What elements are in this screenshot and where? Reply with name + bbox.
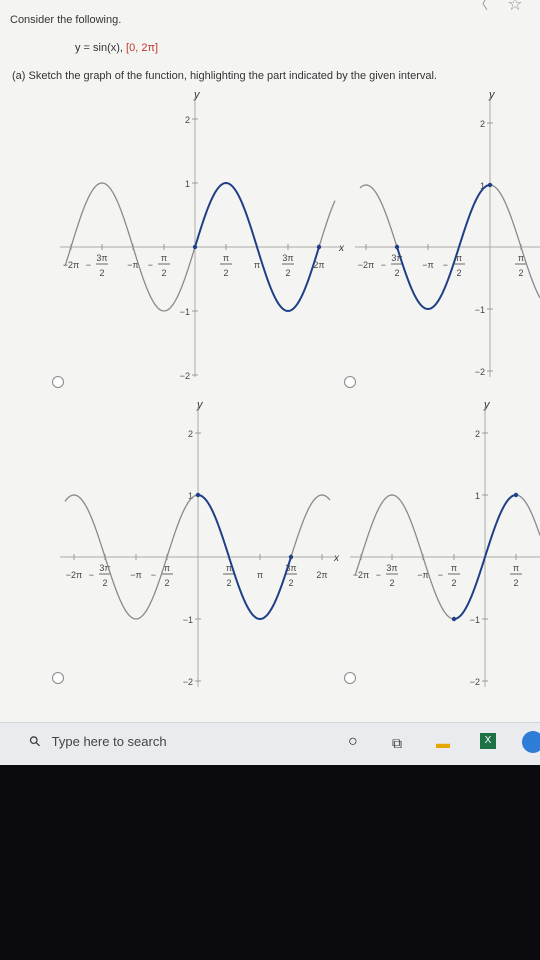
- y-axis-label-b: y: [488, 89, 496, 101]
- x-tick-minus-b: −: [381, 260, 386, 270]
- windows-taskbar: ⚲ Type here to search ○ ⧉ ▬ X: [0, 722, 540, 765]
- y-tick-label-c: −1: [183, 615, 193, 625]
- x-tick-den-a: 2: [161, 268, 166, 278]
- y-tick-label-a: 1: [185, 179, 190, 189]
- endpoint-dot-d: [513, 492, 519, 498]
- x-tick-label-c: −2π: [66, 570, 82, 580]
- x-tick-den-d: 2: [451, 578, 456, 588]
- x-tick-label-c: −π: [130, 570, 141, 580]
- x-tick-den-a: 2: [285, 268, 290, 278]
- x-tick-minus-c: −: [151, 570, 156, 580]
- x-tick-den-d: 2: [513, 578, 518, 588]
- taskbar-search[interactable]: ⚲ Type here to search: [25, 732, 167, 751]
- search-placeholder: Type here to search: [51, 734, 167, 749]
- x-tick-den-c: 2: [102, 578, 107, 588]
- x-tick-num-a: π: [161, 253, 167, 263]
- cortana-icon[interactable]: ○: [348, 733, 358, 751]
- radio-option-a[interactable]: [52, 376, 64, 388]
- x-tick-num-d: π: [451, 563, 457, 573]
- x-tick-minus-d: −: [438, 570, 443, 580]
- x-tick-den-d: 2: [389, 578, 394, 588]
- x-tick-num-a: 3π: [96, 253, 107, 263]
- x-axis-label-c: x: [333, 553, 340, 564]
- monitor-bezel: [0, 765, 540, 960]
- y-tick-label-b: −2: [475, 367, 485, 377]
- excel-icon[interactable]: X: [480, 733, 496, 749]
- browser-page: 〈 ☆ Consider the following. y = sin(x), …: [0, 0, 540, 722]
- x-axis-label-a: x: [338, 243, 345, 254]
- endpoint-dot-a: [316, 244, 322, 250]
- edge-icon[interactable]: [522, 731, 540, 753]
- endpoint-dot-b: [394, 244, 400, 250]
- x-tick-num-d: 3π: [386, 563, 397, 573]
- x-tick-den-b: 2: [456, 268, 461, 278]
- x-tick-minus-d: −: [376, 570, 381, 580]
- file-explorer-icon[interactable]: ▬: [436, 735, 450, 751]
- x-tick-minus-b: −: [443, 260, 448, 270]
- y-axis-label-c: y: [196, 399, 204, 411]
- y-axis-label-d: y: [483, 399, 491, 411]
- y-tick-label-a: −2: [180, 371, 190, 381]
- x-tick-num-a: π: [223, 253, 229, 263]
- x-tick-label-a: π: [254, 260, 260, 270]
- x-tick-label-c: 2π: [316, 570, 327, 580]
- x-tick-label-b: −2π: [358, 260, 374, 270]
- x-tick-den-c: 2: [164, 578, 169, 588]
- y-axis-label-a: y: [193, 89, 201, 101]
- x-tick-label-c: π: [257, 570, 263, 580]
- graph-option-a[interactable]: yx21−1−2−2π3π2− −ππ2−π2π3π22πy21−1−2−2π3π…: [0, 0, 540, 722]
- x-tick-minus-a: −: [86, 260, 91, 270]
- y-tick-label-c: −2: [183, 677, 193, 687]
- x-tick-den-b: 2: [394, 268, 399, 278]
- x-tick-den-c: 2: [288, 578, 293, 588]
- y-tick-label-a: −1: [180, 307, 190, 317]
- x-tick-num-a: 3π: [282, 253, 293, 263]
- y-tick-label-d: 2: [475, 429, 480, 439]
- radio-option-b[interactable]: [344, 376, 356, 388]
- y-tick-label-d: −2: [470, 677, 480, 687]
- x-tick-minus-c: −: [89, 570, 94, 580]
- y-tick-label-b: −1: [475, 305, 485, 315]
- y-tick-label-b: 2: [480, 119, 485, 129]
- task-view-icon[interactable]: ⧉: [392, 735, 402, 752]
- endpoint-dot-c: [288, 554, 294, 560]
- y-tick-label-a: 2: [185, 115, 190, 125]
- y-tick-label-d: −1: [470, 615, 480, 625]
- x-tick-den-a: 2: [223, 268, 228, 278]
- radio-option-c[interactable]: [52, 672, 64, 684]
- x-tick-num-d: π: [513, 563, 519, 573]
- x-tick-den-a: 2: [99, 268, 104, 278]
- x-tick-label-b: −π: [422, 260, 433, 270]
- x-tick-minus-a: −: [148, 260, 153, 270]
- y-tick-label-c: 2: [188, 429, 193, 439]
- endpoint-dot-c: [195, 492, 201, 498]
- x-tick-den-b: 2: [518, 268, 523, 278]
- x-tick-den-c: 2: [226, 578, 231, 588]
- search-icon: ⚲: [25, 731, 45, 751]
- y-tick-label-d: 1: [475, 491, 480, 501]
- radio-option-d[interactable]: [344, 672, 356, 684]
- endpoint-dot-d: [451, 616, 457, 622]
- endpoint-dot-a: [192, 244, 198, 250]
- endpoint-dot-b: [487, 182, 493, 188]
